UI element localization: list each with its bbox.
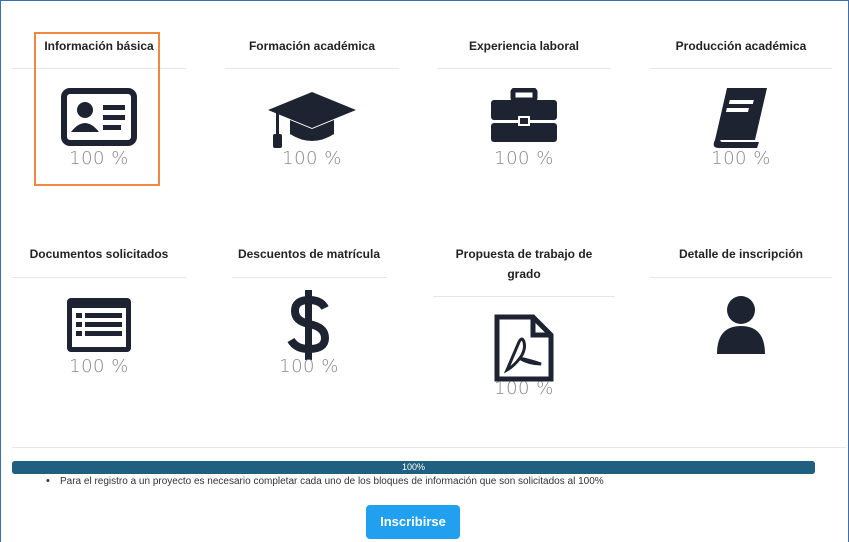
block-produccion-academica[interactable]: Producción académica 100 % <box>650 36 832 186</box>
graduation-cap-icon <box>268 92 356 148</box>
progress-label: 100% <box>401 462 426 472</box>
block-experiencia-laboral[interactable]: Experiencia laboral 100 % <box>437 36 611 186</box>
selected-block-highlight <box>34 32 160 186</box>
book-icon <box>713 88 767 148</box>
block-descuentos-matricula[interactable]: Descuentos de matrícula 100 % <box>218 244 400 394</box>
block-percent: 100 % <box>69 356 129 377</box>
block-title: Formación académica <box>248 39 376 53</box>
block-detalle-inscripcion[interactable]: Detalle de inscripción <box>650 244 832 394</box>
block-title: Detalle de inscripción <box>678 247 804 261</box>
dollar-icon <box>287 290 330 360</box>
block-percent: 100 % <box>279 356 339 377</box>
inscribirse-button[interactable]: Inscribirse <box>366 505 460 539</box>
user-icon <box>717 296 765 354</box>
block-title: Documentos solicitados <box>29 247 169 261</box>
block-percent: 100 % <box>494 378 554 399</box>
block-formacion-academica[interactable]: Formación académica 100 % <box>225 36 399 186</box>
block-title: Producción académica <box>675 39 807 53</box>
block-percent: 100 % <box>494 148 554 169</box>
block-title: Descuentos de matrícula <box>237 247 381 261</box>
requirement-note: Para el registro a un proyecto es necesa… <box>46 475 604 487</box>
block-title-line-2: grado <box>507 267 541 281</box>
block-title: Experiencia laboral <box>468 39 580 53</box>
pdf-file-icon <box>494 314 554 382</box>
block-propuesta-trabajo-grado[interactable]: Propuesta de trabajo de grado 100 % <box>433 244 615 404</box>
block-documentos-solicitados[interactable]: Documentos solicitados 100 % <box>12 244 186 394</box>
completion-progress-bar: 100% <box>12 461 815 474</box>
block-percent: 100 % <box>282 148 342 169</box>
list-document-icon <box>67 298 131 352</box>
block-percent: 100 % <box>711 148 771 169</box>
block-title-line-1: Propuesta de trabajo de <box>455 247 593 261</box>
briefcase-icon <box>491 88 557 142</box>
